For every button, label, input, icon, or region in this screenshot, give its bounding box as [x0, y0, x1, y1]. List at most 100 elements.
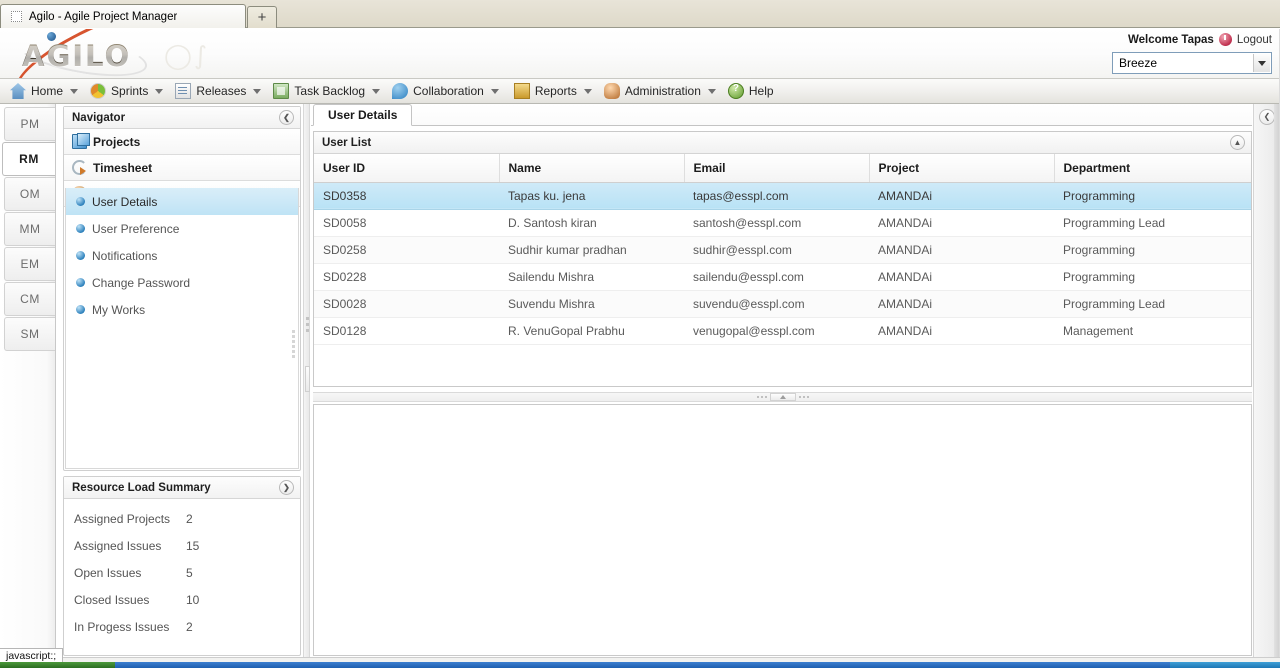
table-header-row: User ID Name Email Project Department	[314, 154, 1251, 182]
content-column: User Details User List ▲ User ID Name Em…	[311, 104, 1252, 657]
timesheet-icon	[72, 160, 87, 175]
cell-department: Programming Lead	[1054, 209, 1251, 236]
projects-icon	[72, 134, 87, 149]
user-list-header: User List ▲	[314, 132, 1251, 154]
navigator-column: Navigator ❮ Projects Timesheet User Pref…	[57, 104, 303, 657]
table-row[interactable]: SD0128 R. VenuGopal Prabhu venugopal@ess…	[314, 317, 1251, 344]
summary-row: Assigned Issues 15	[64, 532, 300, 559]
bullet-icon	[76, 197, 85, 206]
bullet-icon	[76, 305, 85, 314]
table-row[interactable]: SD0058 D. Santosh kiran santosh@esspl.co…	[314, 209, 1251, 236]
module-tab-em[interactable]: EM	[4, 247, 55, 281]
resource-load-summary-expand-button[interactable]: ❯	[279, 480, 294, 495]
column-header-email[interactable]: Email	[684, 154, 869, 182]
summary-row: Assigned Projects 2	[64, 505, 300, 532]
tab-user-details[interactable]: User Details	[313, 104, 412, 126]
cell-user-id: SD0258	[314, 236, 499, 263]
cell-name: Sudhir kumar pradhan	[499, 236, 684, 263]
menu-item-releases[interactable]: Releases	[173, 80, 271, 103]
module-tab-om[interactable]: OM	[4, 177, 55, 211]
reports-icon	[514, 83, 530, 99]
navigator-section-label: Timesheet	[93, 161, 152, 175]
menu-item-reports[interactable]: Reports	[509, 80, 602, 103]
menu-item-help[interactable]: Help	[726, 80, 784, 103]
cell-department: Programming	[1054, 182, 1251, 209]
cell-department: Programming	[1054, 236, 1251, 263]
user-list-collapse-button[interactable]: ▲	[1230, 135, 1245, 150]
horizontal-splitter[interactable]	[313, 392, 1252, 402]
splitter-collapse-handle[interactable]	[770, 393, 796, 401]
table-row[interactable]: SD0258 Sudhir kumar pradhan sudhir@esspl…	[314, 236, 1251, 263]
sidebar-item-user-preference[interactable]: User Preference	[66, 215, 298, 242]
navigator-section-timesheet[interactable]: Timesheet	[64, 155, 300, 181]
app-body: PM RM OM MM EM CM SM Navigator ❮ Project…	[0, 104, 1280, 657]
cell-name: D. Santosh kiran	[499, 209, 684, 236]
cell-department: Programming	[1054, 263, 1251, 290]
sidebar-item-change-password[interactable]: Change Password	[66, 269, 298, 296]
browser-tab[interactable]: Agilo - Agile Project Manager	[0, 4, 246, 28]
summary-label: Open Issues	[64, 566, 186, 580]
logout-link[interactable]: Logout	[1237, 34, 1272, 46]
sidebar-item-label: Notifications	[92, 249, 157, 263]
vertical-splitter[interactable]	[303, 104, 310, 657]
chevron-down-icon	[584, 89, 592, 94]
module-tab-cm[interactable]: CM	[4, 282, 55, 316]
navigator-section-projects[interactable]: Projects	[64, 129, 300, 155]
resource-load-summary-title: Resource Load Summary	[72, 482, 211, 494]
sidebar-item-notifications[interactable]: Notifications	[66, 242, 298, 269]
menu-label-home: Home	[31, 84, 63, 98]
table-row[interactable]: SD0358 Tapas ku. jena tapas@esspl.com AM…	[314, 182, 1251, 209]
module-tab-pm[interactable]: PM	[4, 107, 55, 141]
menu-item-administration[interactable]: Administration	[602, 80, 726, 103]
menu-item-home[interactable]: Home	[8, 80, 88, 103]
content-tabbar: User Details	[311, 104, 1252, 126]
resource-load-summary-header: Resource Load Summary ❯	[64, 477, 300, 499]
module-tab-mm[interactable]: MM	[4, 212, 55, 246]
sidebar-item-my-works[interactable]: My Works	[66, 296, 298, 323]
module-rail: PM RM OM MM EM CM SM	[0, 104, 56, 657]
menu-item-sprints[interactable]: Sprints	[88, 80, 173, 103]
summary-row: In Progess Issues 2	[64, 613, 300, 640]
table-row[interactable]: SD0228 Sailendu Mishra sailendu@esspl.co…	[314, 263, 1251, 290]
column-header-user-id[interactable]: User ID	[314, 154, 499, 182]
cell-project: AMANDAi	[869, 317, 1054, 344]
menu-label-collaboration: Collaboration	[413, 84, 484, 98]
module-tab-sm[interactable]: SM	[4, 317, 55, 351]
navigator-scrollbar[interactable]	[292, 328, 296, 418]
splitter-grip[interactable]	[305, 366, 310, 392]
new-tab-button[interactable]: +	[247, 6, 277, 28]
app-logo[interactable]: AGILO ◯∫	[4, 29, 234, 79]
bullet-icon	[76, 278, 85, 287]
navigator-panel: Navigator ❮ Projects Timesheet User Pref…	[63, 106, 301, 471]
navigator-collapse-button[interactable]: ❮	[279, 110, 294, 125]
logout-icon[interactable]	[1219, 33, 1232, 46]
column-header-department[interactable]: Department	[1054, 154, 1251, 182]
menu-label-task-backlog: Task Backlog	[294, 84, 365, 98]
cell-user-id: SD0358	[314, 182, 499, 209]
start-button[interactable]	[0, 662, 115, 668]
navigator-header: Navigator ❮	[64, 107, 300, 129]
cell-department: Programming Lead	[1054, 290, 1251, 317]
menu-item-task-backlog[interactable]: Task Backlog	[271, 80, 390, 103]
sidebar-item-user-details[interactable]: User Details	[66, 188, 298, 215]
module-tab-rm[interactable]: RM	[2, 142, 55, 176]
summary-value: 2	[186, 620, 193, 634]
theme-select[interactable]: Breeze	[1112, 52, 1272, 74]
menu-item-collaboration[interactable]: Collaboration	[390, 80, 509, 103]
right-collapse-rail: ❮	[1253, 104, 1280, 657]
user-area: Welcome Tapas Logout Breeze	[1112, 33, 1272, 74]
menu-label-sprints: Sprints	[111, 84, 148, 98]
cell-name: Suvendu Mishra	[499, 290, 684, 317]
chevron-down-icon[interactable]	[1253, 54, 1270, 72]
collaboration-icon	[392, 83, 408, 99]
task-backlog-icon	[273, 83, 289, 99]
column-header-project[interactable]: Project	[869, 154, 1054, 182]
table-row[interactable]: SD0028 Suvendu Mishra suvendu@esspl.com …	[314, 290, 1251, 317]
right-panel-collapse-button[interactable]: ❮	[1259, 109, 1275, 125]
menu-label-reports: Reports	[535, 84, 577, 98]
sprints-icon	[90, 83, 106, 99]
system-tray[interactable]	[1170, 662, 1280, 668]
column-header-name[interactable]: Name	[499, 154, 684, 182]
logo-watermark-icon: ◯∫	[164, 41, 209, 70]
cell-project: AMANDAi	[869, 263, 1054, 290]
